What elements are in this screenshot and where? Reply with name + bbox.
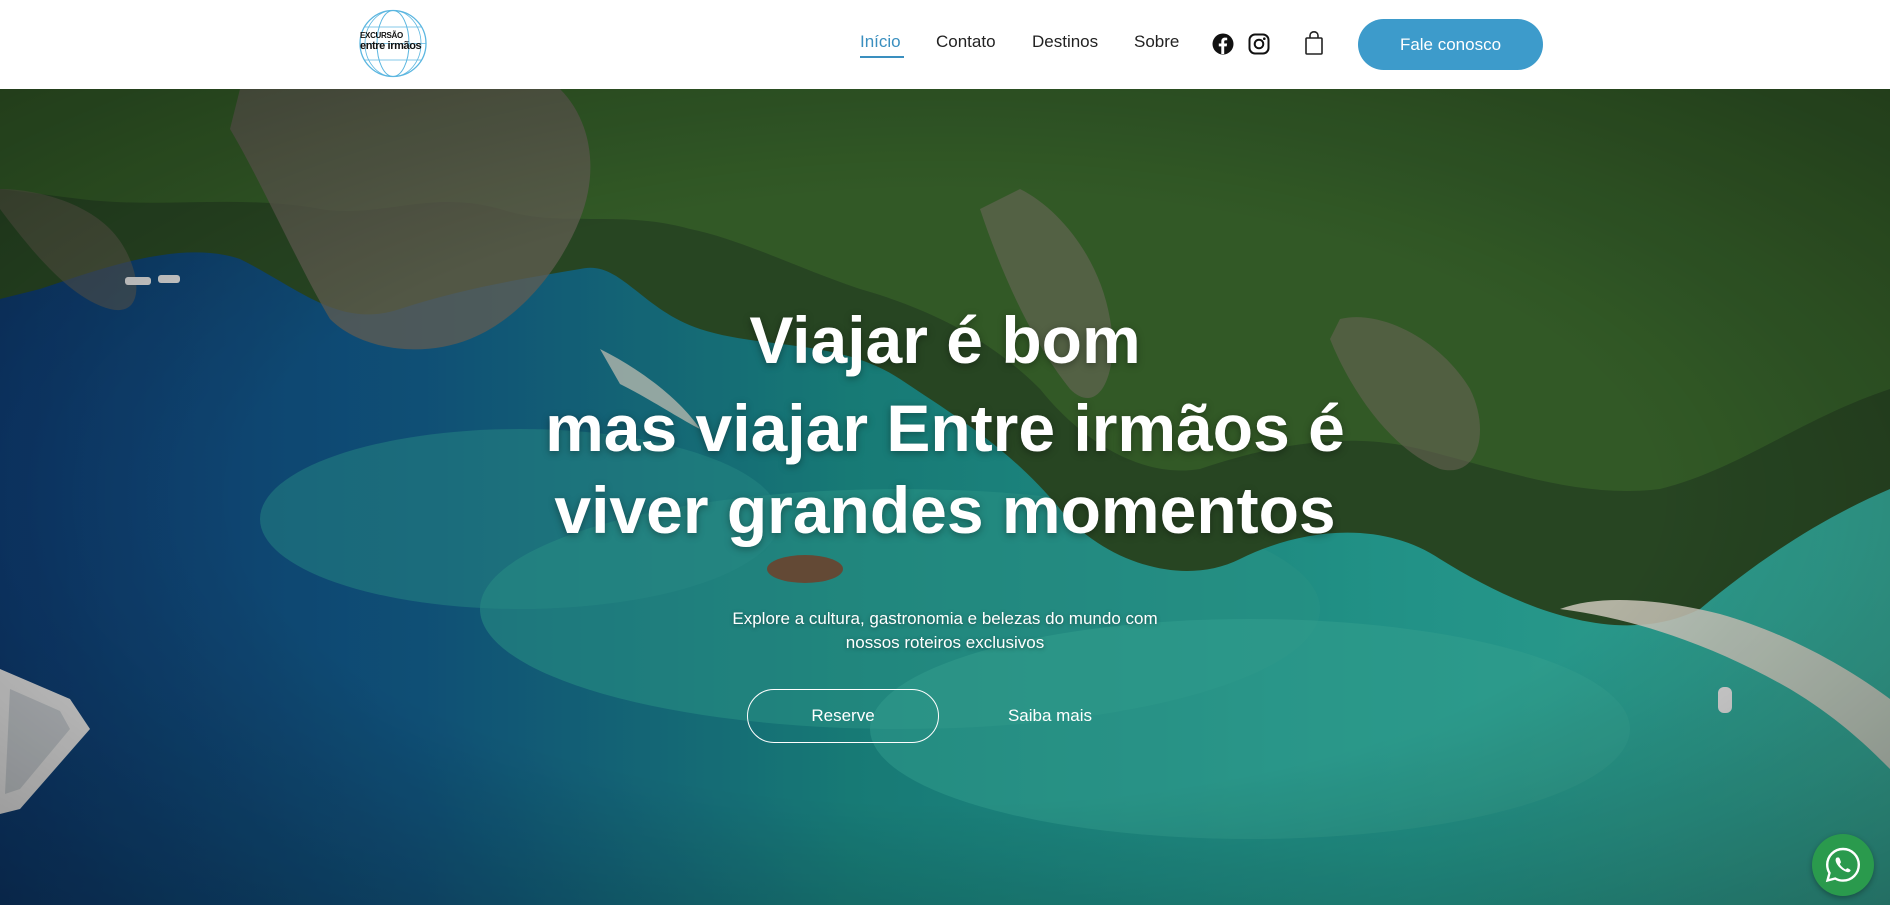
hero-section: Viajar é bom mas viajar Entre irmãos é v…: [0, 89, 1890, 905]
whatsapp-icon: [1825, 847, 1861, 883]
learn-more-button[interactable]: Saiba mais: [985, 689, 1115, 743]
logo-line1: EXCURSÃO: [360, 31, 403, 40]
hero-title-line3: viver grandes momentos: [554, 473, 1336, 547]
facebook-icon[interactable]: [1212, 33, 1234, 55]
logo[interactable]: EXCURSÃO entre irmãos: [358, 8, 428, 79]
hero-subtitle-line2: nossos roteiros exclusivos: [845, 633, 1045, 652]
nav-item-destinos[interactable]: Destinos: [1032, 32, 1098, 52]
logo-line2: entre irmãos: [360, 40, 422, 52]
nav-item-contato[interactable]: Contato: [936, 32, 996, 52]
shopping-bag-icon[interactable]: [1303, 30, 1325, 56]
hero-title-line2: mas viajar Entre irmãos é: [545, 391, 1345, 465]
hero-title-line1: Viajar é bom: [749, 303, 1141, 377]
nav-item-inicio[interactable]: Início: [860, 32, 901, 52]
instagram-icon[interactable]: [1248, 33, 1270, 55]
active-nav-indicator: [860, 56, 904, 58]
logo-text: EXCURSÃO entre irmãos: [360, 32, 440, 52]
contact-us-button[interactable]: Fale conosco: [1358, 19, 1543, 70]
whatsapp-button[interactable]: [1812, 834, 1874, 896]
reserve-button[interactable]: Reserve: [747, 689, 939, 743]
hero-subtitle: Explore a cultura, gastronomia e belezas…: [645, 607, 1245, 655]
hero-subtitle-line1: Explore a cultura, gastronomia e belezas…: [732, 609, 1158, 628]
site-header: EXCURSÃO entre irmãos Início Contato Des…: [0, 0, 1890, 89]
nav-item-sobre[interactable]: Sobre: [1134, 32, 1179, 52]
